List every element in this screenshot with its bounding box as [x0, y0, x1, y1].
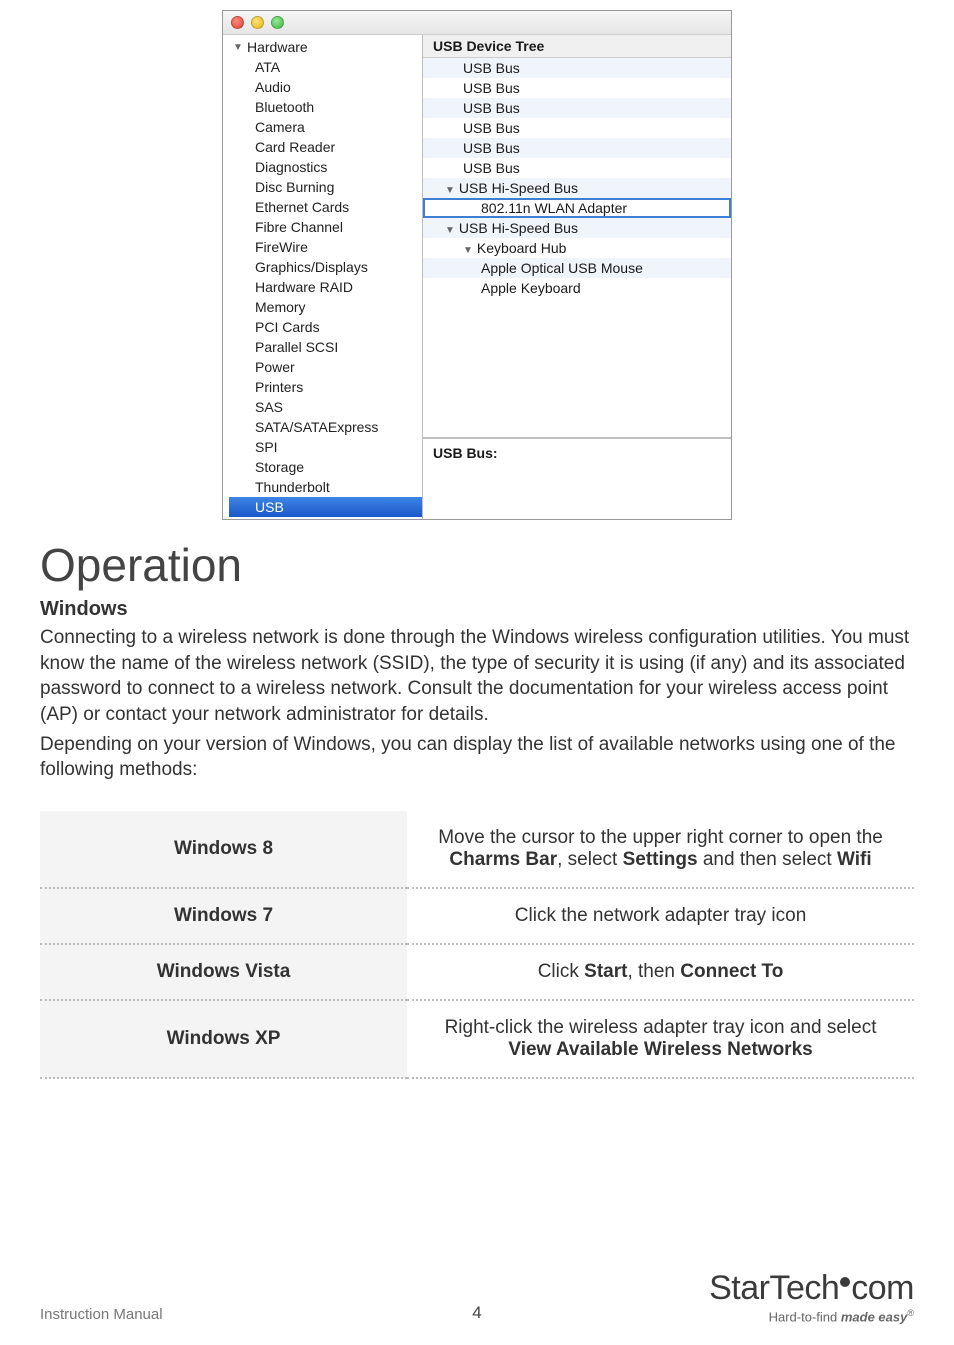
sidebar-item[interactable]: Ethernet Cards [229, 197, 422, 217]
os-name-cell: Windows XP [40, 1000, 407, 1078]
tree-row-label: USB Hi-Speed Bus [459, 180, 578, 196]
brand-text: Star [709, 1271, 769, 1305]
tree-row[interactable]: USB Bus [423, 158, 731, 178]
tree-row-label: USB Bus [463, 140, 520, 156]
body-paragraph: Connecting to a wireless network is done… [40, 625, 914, 728]
dot-icon [840, 1277, 850, 1287]
tree-row-label: 802.11n WLAN Adapter [481, 200, 627, 216]
detail-label: USB Bus: [423, 438, 731, 467]
tree-row-label: Apple Keyboard [481, 280, 581, 296]
sidebar-item[interactable]: SAS [229, 397, 422, 417]
tree-row[interactable]: ▼ Keyboard Hub [423, 238, 731, 258]
sidebar-item[interactable]: Graphics/Displays [229, 257, 422, 277]
tree-row-label: Keyboard Hub [477, 240, 567, 256]
sidebar-group-label: Hardware [247, 39, 308, 55]
sidebar-item[interactable]: SATA/SATAExpress [229, 417, 422, 437]
sidebar-item[interactable]: Thunderbolt [229, 477, 422, 497]
mac-window: ▼ Hardware ATAAudioBluetoothCameraCard R… [222, 10, 732, 520]
os-instruction-cell: Right-click the wireless adapter tray ic… [407, 1000, 914, 1078]
sidebar-item[interactable]: Storage [229, 457, 422, 477]
sidebar-item[interactable]: Disc Burning [229, 177, 422, 197]
tree-row[interactable]: Apple Keyboard [423, 278, 731, 298]
tree-row-label: USB Bus [463, 60, 520, 76]
sidebar-item[interactable]: Audio [229, 77, 422, 97]
tree-row[interactable]: Apple Optical USB Mouse [423, 258, 731, 278]
body-paragraph: Depending on your version of Windows, yo… [40, 732, 914, 783]
table-row: Windows VistaClick Start, then Connect T… [40, 944, 914, 1000]
sidebar-item[interactable]: Printers [229, 377, 422, 397]
tree-row-label: USB Bus [463, 120, 520, 136]
close-icon[interactable] [231, 16, 244, 29]
table-row: Windows 7Click the network adapter tray … [40, 888, 914, 944]
chevron-down-icon: ▼ [233, 42, 243, 53]
chevron-down-icon: ▼ [463, 245, 473, 256]
chevron-down-icon: ▼ [445, 185, 455, 196]
minimize-icon[interactable] [251, 16, 264, 29]
content-pane: USB Device Tree USB Bus USB Bus USB Bus USB… [423, 35, 731, 519]
sidebar-item[interactable]: FireWire [229, 237, 422, 257]
section-heading: Operation [40, 538, 914, 592]
os-instruction-cell: Move the cursor to the upper right corne… [407, 811, 914, 888]
table-row: Windows XPRight-click the wireless adapt… [40, 1000, 914, 1078]
sidebar-item[interactable]: SPI [229, 437, 422, 457]
sidebar-item[interactable]: Memory [229, 297, 422, 317]
tree-row-label: USB Bus [463, 80, 520, 96]
sidebar-item[interactable]: Card Reader [229, 137, 422, 157]
sidebar-item[interactable]: Power [229, 357, 422, 377]
os-instruction-cell: Click the network adapter tray icon [407, 888, 914, 944]
tree-row[interactable]: USB Bus [423, 78, 731, 98]
sidebar-item[interactable]: ATA [229, 57, 422, 77]
tree-row[interactable]: USB Bus [423, 138, 731, 158]
system-info-screenshot: ▼ Hardware ATAAudioBluetoothCameraCard R… [40, 0, 914, 520]
sidebar-item[interactable]: Diagnostics [229, 157, 422, 177]
sidebar-item[interactable]: Fibre Channel [229, 217, 422, 237]
os-instruction-cell: Click Start, then Connect To [407, 944, 914, 1000]
os-name-cell: Windows 8 [40, 811, 407, 888]
window-titlebar [223, 11, 731, 35]
sidebar-item[interactable]: PCI Cards [229, 317, 422, 337]
tree-row[interactable]: USB Bus [423, 98, 731, 118]
os-name-cell: Windows 7 [40, 888, 407, 944]
brand-tagline: Hard-to-find made easy® [709, 1309, 914, 1323]
sidebar-item[interactable]: Camera [229, 117, 422, 137]
tree-row[interactable]: ▼ USB Hi-Speed Bus [423, 178, 731, 198]
os-instructions-table: Windows 8Move the cursor to the upper ri… [40, 811, 914, 1079]
sidebar-item[interactable]: USB [229, 497, 422, 517]
sidebar-item[interactable]: Bluetooth [229, 97, 422, 117]
sidebar: ▼ Hardware ATAAudioBluetoothCameraCard R… [223, 35, 423, 519]
brand-text: com [851, 1271, 914, 1305]
brand-logo: StarTechcom Hard-to-find made easy® [709, 1271, 914, 1323]
page-number: 4 [472, 1303, 481, 1323]
tree-row[interactable]: USB Bus [423, 118, 731, 138]
tree-row[interactable]: USB Bus [423, 58, 731, 78]
subsection-heading: Windows [40, 598, 914, 621]
sidebar-group-hardware[interactable]: ▼ Hardware [229, 37, 422, 57]
tree-row-label: Apple Optical USB Mouse [481, 260, 643, 276]
tree-row-label: USB Bus [463, 160, 520, 176]
brand-text: Tech [769, 1271, 839, 1305]
content-header: USB Device Tree [423, 35, 731, 58]
footer-left: Instruction Manual [40, 1306, 163, 1323]
tree-row-label: USB Bus [463, 100, 520, 116]
sidebar-item[interactable]: Hardware RAID [229, 277, 422, 297]
table-row: Windows 8Move the cursor to the upper ri… [40, 811, 914, 888]
tree-row-label: USB Hi-Speed Bus [459, 220, 578, 236]
page-footer: Instruction Manual 4 StarTechcom Hard-to… [40, 1271, 914, 1323]
sidebar-item[interactable]: Parallel SCSI [229, 337, 422, 357]
os-name-cell: Windows Vista [40, 944, 407, 1000]
tree-row[interactable]: 802.11n WLAN Adapter [423, 198, 731, 218]
tree-row[interactable]: ▼ USB Hi-Speed Bus [423, 218, 731, 238]
chevron-down-icon: ▼ [445, 225, 455, 236]
zoom-icon[interactable] [271, 16, 284, 29]
